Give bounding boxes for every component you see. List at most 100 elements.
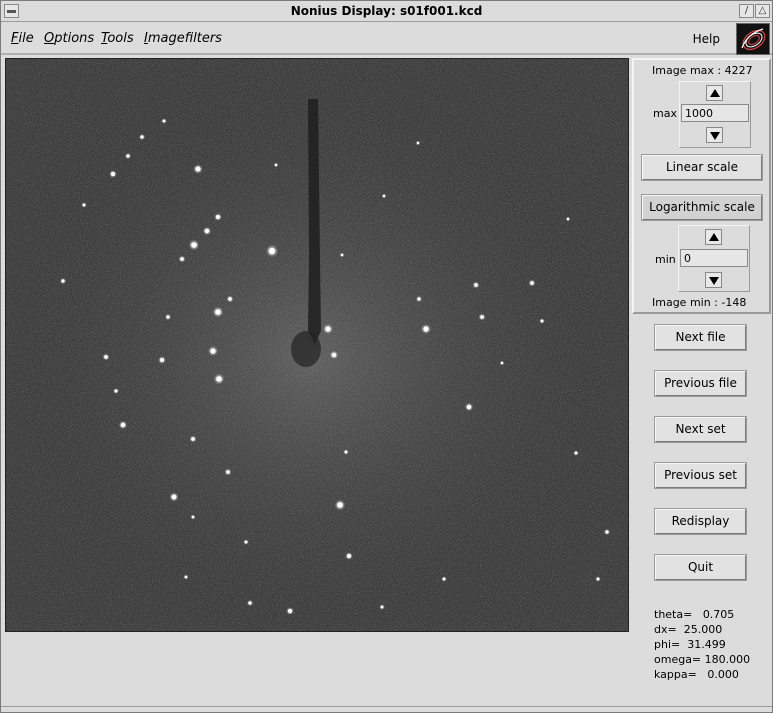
diffraction-spot — [244, 540, 248, 544]
diffraction-spot — [216, 376, 222, 382]
min-spinner-group: 0 — [678, 225, 750, 292]
min-decrease-button[interactable] — [705, 272, 722, 288]
diffraction-spot — [111, 172, 115, 176]
previous-set-button[interactable]: Previous set — [654, 462, 747, 489]
diffraction-spot — [162, 119, 166, 123]
diffraction-spot — [140, 135, 144, 139]
arrow-down-icon — [710, 132, 720, 140]
menu-help[interactable]: Help — [693, 32, 720, 46]
diffraction-spot — [344, 450, 348, 454]
min-value-field[interactable]: 0 — [680, 249, 748, 267]
previous-file-button[interactable]: Previous file — [654, 370, 747, 397]
linear-scale-button[interactable]: Linear scale — [641, 154, 763, 181]
menu-file[interactable]: File — [11, 31, 34, 46]
diffraction-spot — [417, 297, 421, 301]
diffraction-spot — [184, 575, 188, 579]
diffraction-spot — [210, 348, 216, 354]
diffraction-spot — [126, 154, 130, 158]
diffraction-spot — [191, 515, 195, 519]
diffraction-spot — [191, 242, 197, 248]
scale-controls: Image max : 4227 1000 max Linear scale L… — [632, 58, 771, 314]
redisplay-button[interactable]: Redisplay — [654, 508, 747, 535]
next-file-button[interactable]: Next file — [654, 324, 747, 351]
diffraction-spot — [274, 163, 278, 167]
menu-imagefilters-label: magefilters — [147, 31, 222, 46]
diffraction-spot — [114, 389, 118, 393]
omega-readout: omega= 180.000 — [654, 653, 751, 666]
diffraction-spot — [216, 215, 220, 219]
diffraction-spot — [337, 502, 343, 508]
next-set-button[interactable]: Next set — [654, 416, 747, 443]
diffraction-spot — [574, 451, 578, 455]
nonius-logo-icon — [736, 23, 770, 55]
menu-imagefilters[interactable]: Imagefilters — [144, 31, 222, 46]
diffraction-spot — [540, 319, 544, 323]
diffraction-spot — [466, 404, 472, 410]
diffraction-spot — [166, 315, 170, 319]
min-increase-button[interactable] — [705, 229, 722, 245]
diffraction-spot — [480, 315, 484, 319]
max-spinner-group: 1000 — [679, 81, 751, 148]
diffraction-spot — [596, 577, 600, 581]
diffraction-spot — [180, 257, 184, 261]
title-bar[interactable]: Nonius Display: s01f001.kcd / △ — [1, 1, 772, 22]
diffraction-spot — [228, 297, 232, 301]
diffraction-spot — [215, 309, 221, 315]
diffraction-spot — [382, 194, 386, 198]
diffraction-spot — [120, 422, 126, 428]
arrow-up-icon — [710, 89, 720, 97]
max-increase-button[interactable] — [706, 85, 723, 101]
dx-readout: dx= 25.000 — [654, 623, 723, 636]
maximize-button[interactable]: △ — [755, 4, 770, 18]
quit-button[interactable]: Quit — [654, 554, 747, 581]
diffraction-image[interactable] — [5, 58, 629, 632]
nonius-display-window: Nonius Display: s01f001.kcd / △ File Opt… — [0, 0, 773, 713]
logarithmic-scale-button[interactable]: Logarithmic scale — [641, 194, 763, 221]
diffraction-spot — [82, 203, 86, 207]
diffraction-spot — [61, 279, 65, 283]
diffraction-spot — [416, 141, 420, 145]
diffraction-spot — [191, 437, 195, 441]
minimize-button[interactable]: / — [739, 4, 754, 18]
diffraction-image-canvas — [6, 59, 628, 631]
menu-options-label: ptions — [54, 31, 95, 46]
min-label: min — [655, 253, 676, 266]
max-decrease-button[interactable] — [706, 127, 723, 143]
diffraction-spot — [331, 352, 337, 358]
diffraction-spot — [160, 358, 164, 362]
diffraction-spot — [340, 253, 344, 257]
diffraction-spot — [248, 601, 252, 605]
menu-bar: File Options Tools Imagefilters Help — [1, 23, 772, 55]
diffraction-spot — [347, 554, 351, 558]
diffraction-spot — [500, 361, 504, 365]
phi-readout: phi= 31.499 — [654, 638, 726, 651]
max-value-field[interactable]: 1000 — [681, 104, 749, 122]
diffraction-spot — [226, 470, 230, 474]
image-max-label: Image max : 4227 — [652, 64, 753, 77]
max-label: max — [653, 107, 677, 120]
diffraction-spot — [605, 530, 609, 534]
menu-options-mnemonic: O — [44, 31, 55, 46]
menu-tools-label: ools — [107, 31, 134, 46]
kappa-readout: kappa= 0.000 — [654, 668, 739, 681]
diffraction-spot — [171, 494, 177, 500]
diffraction-spot — [204, 228, 210, 234]
diffraction-spot — [195, 166, 201, 172]
window-bottom-border — [1, 706, 772, 712]
diffraction-spot — [423, 326, 429, 332]
diffraction-spot — [104, 355, 108, 359]
diffraction-spot — [530, 281, 534, 285]
diffraction-spot — [380, 605, 384, 609]
diffraction-spot — [566, 217, 570, 221]
menu-tools[interactable]: Tools — [101, 31, 134, 46]
diffraction-spot — [268, 247, 276, 255]
theta-readout: theta= 0.705 — [654, 608, 735, 621]
goniometer-info: theta= 0.705 dx= 25.000 phi= 31.499 omeg… — [654, 607, 750, 682]
menu-options[interactable]: Options — [44, 31, 94, 46]
diffraction-spot — [288, 609, 292, 613]
image-min-label: Image min : -148 — [652, 296, 747, 309]
menu-file-label: ile — [18, 31, 34, 46]
diffraction-spot — [325, 326, 331, 332]
arrow-down-icon — [709, 277, 719, 285]
beam-stop-shadow — [291, 331, 321, 367]
